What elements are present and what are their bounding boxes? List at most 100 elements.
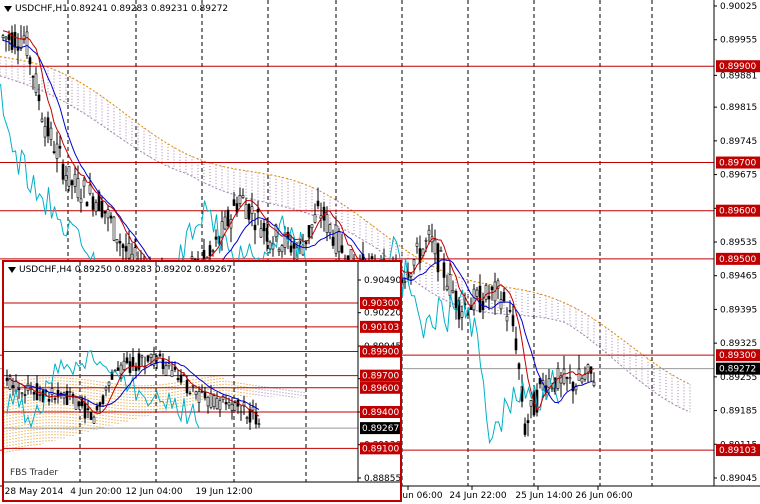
candle-body xyxy=(499,299,503,310)
candle-body xyxy=(238,195,242,204)
candle-body xyxy=(32,392,36,395)
candle-body xyxy=(241,195,245,198)
candle-body xyxy=(265,227,269,242)
candle-body xyxy=(280,245,284,253)
price-tick-label: 0.89745 xyxy=(720,137,757,147)
candle-body xyxy=(133,247,137,261)
candle-body xyxy=(580,378,584,383)
candle-body xyxy=(268,241,272,250)
level-label: 0.89700 xyxy=(719,159,756,169)
collapse-triangle-icon[interactable] xyxy=(4,5,12,12)
candle-body xyxy=(161,358,165,369)
candle-body xyxy=(131,357,135,367)
candle-body xyxy=(409,273,413,277)
candle-body xyxy=(514,338,518,351)
candle-body xyxy=(340,245,344,253)
candle-body xyxy=(211,250,215,252)
candle-body xyxy=(95,405,99,411)
candle-body xyxy=(439,250,443,252)
candle-body xyxy=(472,288,476,311)
candle-body xyxy=(115,239,119,244)
candle-body xyxy=(433,239,437,255)
candle-body xyxy=(214,236,218,240)
candle-body xyxy=(325,214,329,233)
candle-body xyxy=(106,209,110,219)
candle-body xyxy=(568,377,572,380)
candle-body xyxy=(370,256,374,259)
candle-body xyxy=(208,245,212,257)
candle-body xyxy=(475,289,479,297)
time-tick-label: 26 Jun 06:00 xyxy=(575,491,632,501)
inset-chart[interactable]: 0.904900.902200.899450.896750.894000.891… xyxy=(3,262,401,500)
watermark: FBS Trader xyxy=(10,468,59,478)
time-tick-label: 25 Jun 14:00 xyxy=(515,491,572,501)
candle-body xyxy=(31,75,35,78)
price-tick-label: 0.89881 xyxy=(720,71,757,81)
candle-body xyxy=(125,357,129,364)
candle-body xyxy=(127,243,131,259)
candle-body xyxy=(101,395,105,404)
candle-body xyxy=(4,36,8,40)
candle-body xyxy=(206,396,210,407)
candle-body xyxy=(307,225,311,238)
level-label: 0.89900 xyxy=(719,62,756,72)
candle-body xyxy=(223,216,227,230)
candle-body xyxy=(83,402,87,419)
candle-body xyxy=(58,146,62,149)
candle-body xyxy=(251,406,255,411)
candle-body xyxy=(86,408,90,410)
candle-body xyxy=(313,214,317,223)
candle-body xyxy=(109,215,113,219)
collapse-triangle-icon[interactable] xyxy=(8,266,16,273)
candle-body xyxy=(202,250,206,260)
candle-body xyxy=(337,230,341,253)
candle-body xyxy=(179,374,183,383)
candle-body xyxy=(502,292,506,302)
candle-body xyxy=(436,243,440,273)
candle-body xyxy=(415,242,419,247)
candle-body xyxy=(77,401,81,407)
candle-body xyxy=(212,395,216,407)
candle-body xyxy=(224,402,228,405)
inset-ohlc: 0.89250 0.89283 0.89202 0.89267 xyxy=(74,265,233,275)
candle-body xyxy=(70,180,74,186)
current-price-label: 0.89272 xyxy=(719,365,756,375)
candle-body xyxy=(257,423,261,426)
candle-body xyxy=(65,390,69,405)
candle-body xyxy=(253,224,257,231)
candle-body xyxy=(82,179,86,187)
candle-body xyxy=(140,355,144,358)
price-tick-label: 0.89395 xyxy=(720,305,757,315)
inset-symbol: USDCHF,H4 xyxy=(19,265,72,275)
inset-chart-window[interactable]: 0.904900.902200.899450.896750.894000.891… xyxy=(2,260,402,502)
candle-body xyxy=(203,391,207,399)
time-tick-label: 4 Jun 20:00 xyxy=(70,487,122,497)
candle-body xyxy=(256,208,260,213)
candle-body xyxy=(89,411,93,420)
candle-body xyxy=(218,400,222,411)
candle-body xyxy=(85,201,89,207)
level-label: 0.89700 xyxy=(362,372,399,382)
candle-body xyxy=(122,360,126,370)
candle-body xyxy=(67,165,71,187)
candle-body xyxy=(23,394,27,396)
candle-body xyxy=(262,222,266,232)
time-tick-label: 24 Jun 22:00 xyxy=(449,491,506,501)
candle-body xyxy=(248,409,252,423)
main-symbol: USDCHF,H1 xyxy=(15,4,68,14)
candle-body xyxy=(403,281,407,283)
candle-body xyxy=(331,236,335,246)
price-tick-label: 0.90220 xyxy=(364,309,400,319)
candle-body xyxy=(215,398,219,409)
candle-body xyxy=(149,353,153,358)
level-label: 0.90300 xyxy=(362,299,399,309)
candle-body xyxy=(134,366,138,371)
candle-body xyxy=(118,241,122,244)
candle-body xyxy=(11,385,15,388)
candle-body xyxy=(88,184,92,194)
candle-body xyxy=(26,383,30,391)
candle-body xyxy=(233,402,237,411)
candle-body xyxy=(164,365,168,376)
candle-body xyxy=(427,229,431,236)
candle-body xyxy=(239,411,243,414)
